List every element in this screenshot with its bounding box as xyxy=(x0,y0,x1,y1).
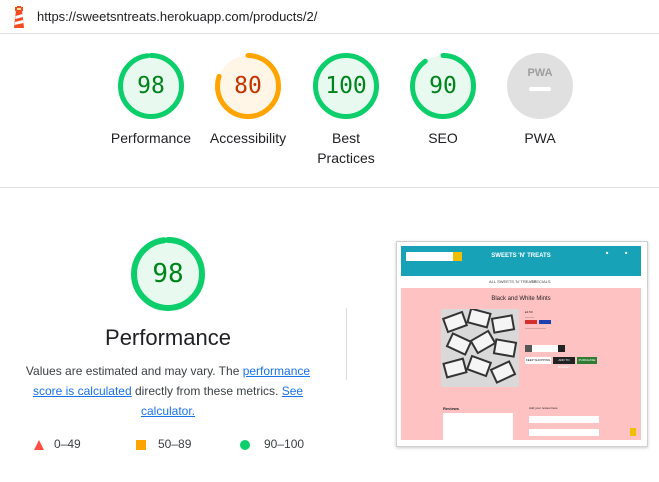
desc-text: directly from these metrics. xyxy=(131,384,282,398)
screenshot-page: SWEETS 'N' TREATS ■ ■ ALL SWEETS 'N' TRE… xyxy=(401,246,641,440)
gauge-label: Best Practices xyxy=(317,130,375,166)
gauge-best-practices[interactable]: 100 Best Practices xyxy=(296,52,396,168)
gauge-label: Accessibility xyxy=(209,130,287,146)
keep-shopping-button: KEEP SHOPPING xyxy=(525,357,551,364)
legend-range: 90–100 xyxy=(264,437,305,451)
product-info: £2.50 ——— ——————— xyxy=(525,310,605,331)
gauge-label: SEO xyxy=(428,130,458,146)
site-nav-item: SPECIALS xyxy=(531,279,551,284)
gauge-ring: 98 xyxy=(117,52,185,120)
site-search-button xyxy=(453,252,462,261)
review-field xyxy=(529,416,599,423)
product-image xyxy=(441,309,519,387)
red-triangle-icon xyxy=(34,440,44,450)
desc-text: Values are estimated and may vary. The xyxy=(25,364,243,378)
decrement-button xyxy=(525,345,532,352)
site-brand: SWEETS 'N' TREATS xyxy=(491,253,551,259)
site-header: SWEETS 'N' TREATS ■ ■ xyxy=(401,246,641,276)
product-details-line: ——————— xyxy=(525,326,546,330)
page-url[interactable]: https://sweetsntreats.herokuapp.com/prod… xyxy=(37,9,317,24)
increment-button xyxy=(558,345,565,352)
cart-icon: ■ xyxy=(625,250,628,255)
reviews-box xyxy=(443,413,513,440)
category-gauges: 98 Performance 80 Accessibility 100 Best… xyxy=(0,52,659,182)
section-divider xyxy=(0,187,659,188)
performance-title: Performance xyxy=(105,325,231,350)
gauge-score: 98 xyxy=(137,73,165,99)
pwa-icon: PWA xyxy=(507,53,573,119)
gauge-pwa[interactable]: PWA PWA xyxy=(490,52,590,148)
review-form-heading: Add your review here: xyxy=(529,406,559,410)
tag xyxy=(525,320,537,324)
legend-range: 50–89 xyxy=(158,437,192,451)
pwa-badge: PWA xyxy=(506,52,574,120)
orange-square-icon xyxy=(136,440,146,450)
add-to-basket-button: ADD TO BASKET xyxy=(553,357,575,369)
gauge-seo[interactable]: 90 SEO xyxy=(393,52,493,148)
tag xyxy=(539,320,551,324)
site-search-input xyxy=(406,252,454,261)
lighthouse-icon xyxy=(14,6,24,28)
vertical-divider xyxy=(346,308,347,380)
green-circle-icon xyxy=(240,440,250,450)
scroll-to-top-button xyxy=(630,428,636,436)
gauge-ring: 90 xyxy=(409,52,477,120)
site-nav-item: ALL SWEETS 'N' TREATS xyxy=(489,279,537,284)
gauge-score: 100 xyxy=(325,73,367,99)
performance-gauge-large: 98 xyxy=(130,236,206,312)
gauge-label: PWA xyxy=(524,130,556,146)
purchase-button: PURCHASE xyxy=(577,357,597,364)
gauge-accessibility[interactable]: 80 Accessibility xyxy=(198,52,298,148)
gauge-label: Performance xyxy=(110,130,192,146)
gauge-score: 90 xyxy=(429,73,457,99)
url-bar: https://sweetsntreats.herokuapp.com/prod… xyxy=(0,0,659,34)
review-field xyxy=(529,429,599,436)
gauge-score: 80 xyxy=(234,73,262,99)
gauge-ring: 80 xyxy=(214,52,282,120)
pwa-badge-text: PWA xyxy=(527,67,552,79)
performance-score: 98 xyxy=(152,259,184,289)
product-title: Black and White Mints xyxy=(491,296,551,302)
site-nav: ALL SWEETS 'N' TREATS SPECIALS xyxy=(401,276,641,288)
gauge-ring: 100 xyxy=(312,52,380,120)
reviews-heading: Reviews xyxy=(443,406,460,411)
legend-range: 0–49 xyxy=(54,437,81,451)
performance-description: Values are estimated and may vary. The p… xyxy=(20,361,316,421)
final-screenshot[interactable]: SWEETS 'N' TREATS ■ ■ ALL SWEETS 'N' TRE… xyxy=(396,241,648,447)
user-icon: ■ xyxy=(606,250,609,255)
gauge-performance[interactable]: 98 Performance xyxy=(101,52,201,148)
